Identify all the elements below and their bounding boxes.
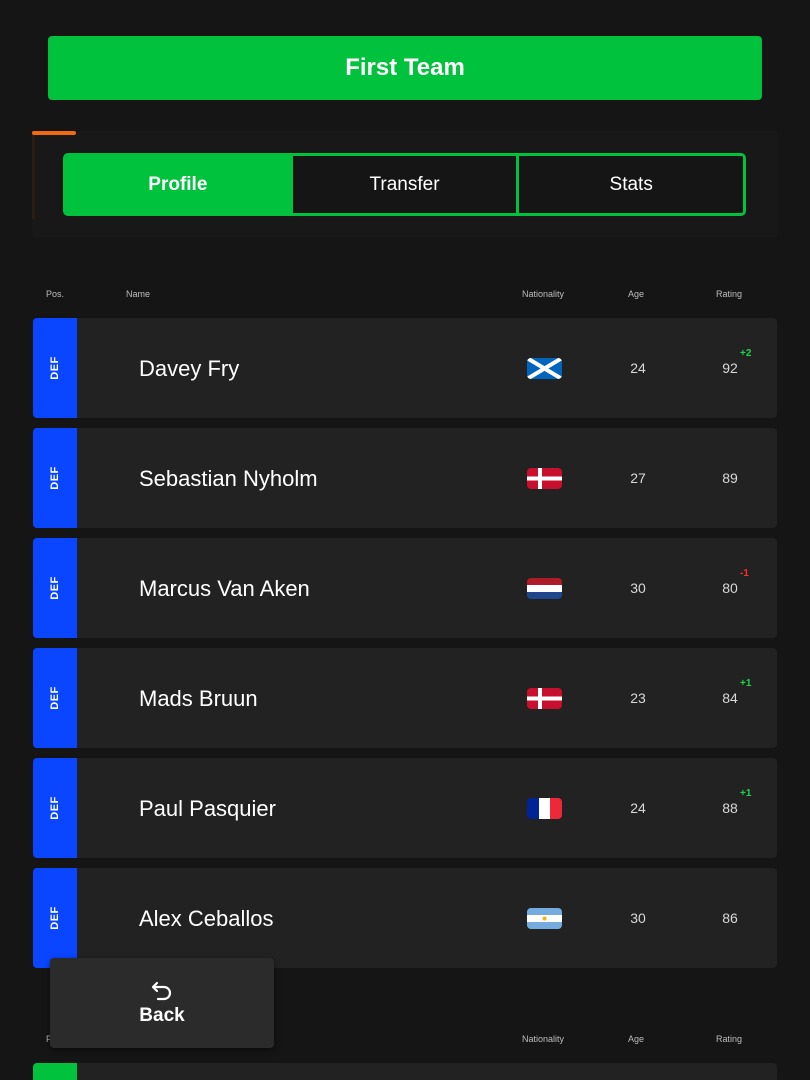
- col-header-rating: Rating: [716, 289, 743, 299]
- argentina-flag-icon: [527, 908, 562, 929]
- tab-stats[interactable]: Stats: [516, 156, 743, 213]
- player-name: Paul Pasquier: [139, 796, 276, 821]
- col-header-rating: Rating: [716, 1034, 743, 1044]
- player-rating: 89: [722, 470, 738, 486]
- rating-change: +2: [740, 348, 752, 359]
- tabs-panel: Profile Transfer Stats: [32, 131, 778, 237]
- player-name: Sebastian Nyholm: [139, 466, 318, 491]
- col-header-age: Age: [628, 289, 645, 299]
- netherlands-flag-icon: [527, 578, 562, 599]
- col-header-age: Age: [628, 1034, 645, 1044]
- back-button[interactable]: Back: [50, 958, 274, 1048]
- player-name: Davey Fry: [139, 356, 240, 381]
- player-name: Mads Bruun: [139, 686, 258, 711]
- player-age: 24: [630, 360, 646, 376]
- tab-transfer[interactable]: Transfer: [289, 156, 517, 213]
- player-row[interactable]: DEF Paul Pasquier 24 88 +1: [33, 758, 777, 858]
- undo-arrow-icon: [151, 981, 172, 1001]
- rating-change: -1: [740, 568, 749, 579]
- player-rating: 86: [722, 910, 738, 926]
- position-badge: DEF: [33, 648, 77, 748]
- france-flag-icon: [527, 798, 562, 819]
- tab-profile[interactable]: Profile: [66, 156, 290, 213]
- player-name: Marcus Van Aken: [139, 576, 310, 601]
- player-row[interactable]: DEF Sebastian Nyholm 27 89: [33, 428, 777, 528]
- position-badge: DEF: [33, 758, 77, 858]
- player-name: Alex Ceballos: [139, 906, 274, 931]
- player-age: 30: [630, 910, 646, 926]
- player-row[interactable]: DEF Alex Ceballos 30 86: [33, 868, 777, 968]
- position-badge: DEF: [33, 318, 77, 418]
- col-header-nationality: Nationality: [522, 289, 565, 299]
- tabs-panel-accent: [32, 131, 76, 135]
- denmark-flag-icon: [527, 688, 562, 709]
- player-rating: 84: [722, 690, 738, 706]
- player-row[interactable]: DEF Mads Bruun 23 84 +1: [33, 648, 777, 748]
- player-age: 27: [630, 470, 646, 486]
- scotland-flag-icon: [527, 358, 562, 379]
- tabs-panel-side-accent: [32, 131, 35, 219]
- position-badge: DEF: [33, 428, 77, 528]
- player-age: 30: [630, 580, 646, 596]
- position-badge: [33, 1063, 77, 1080]
- back-button-label: Back: [139, 1005, 185, 1026]
- tab-bar: Profile Transfer Stats: [63, 153, 746, 216]
- player-row-partial[interactable]: [33, 1063, 777, 1080]
- player-rating: 92: [722, 360, 738, 376]
- player-rating: 88: [722, 800, 738, 816]
- column-headers: Pos. Name Nationality Age Rating: [0, 289, 810, 305]
- rating-change: +1: [740, 678, 752, 689]
- col-header-pos: Pos.: [46, 289, 65, 299]
- denmark-flag-icon: [527, 468, 562, 489]
- player-age: 24: [630, 800, 646, 816]
- player-row[interactable]: DEF Davey Fry 24 92 +2: [33, 318, 777, 418]
- player-row[interactable]: DEF Marcus Van Aken 30 80 -1: [33, 538, 777, 638]
- page-title: First Team: [345, 54, 465, 81]
- position-badge: DEF: [33, 868, 77, 968]
- col-header-name: Name: [126, 289, 151, 299]
- player-rating: 80: [722, 580, 738, 596]
- rating-change: +1: [740, 788, 752, 799]
- col-header-nationality: Nationality: [522, 1034, 565, 1044]
- position-badge: DEF: [33, 538, 77, 638]
- player-age: 23: [630, 690, 646, 706]
- page-title-bar: First Team: [48, 36, 762, 100]
